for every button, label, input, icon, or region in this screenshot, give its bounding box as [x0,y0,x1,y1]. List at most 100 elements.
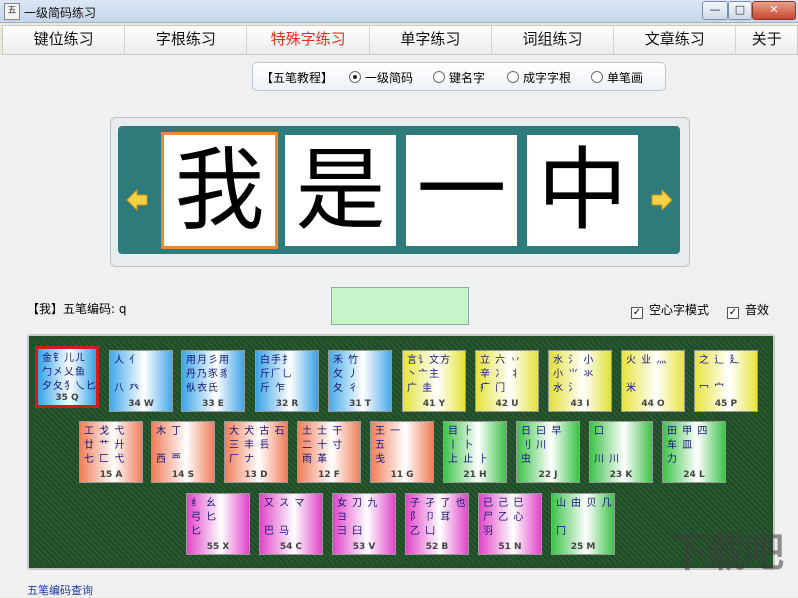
key-code-label: 11 G [390,470,414,480]
key-root-row: 大 犬 古 石 [229,426,286,437]
checkbox-icon[interactable]: ✓ [727,307,739,319]
key-root-row: 王 一 [375,426,402,437]
key-p[interactable]: 之 辶 廴冖 宀 45 P [694,350,758,412]
key-root-row: 弓 匕 [191,512,218,523]
key-f[interactable]: 土 士 干二 十 寸雨 革 12 F [297,421,361,483]
key-root-row: 车 皿 [667,440,694,451]
option-level1-code[interactable]: 一级简码 [349,69,413,86]
key-g[interactable]: 王 一五戋 11 G [370,421,434,483]
key-code-label: 45 P [714,399,738,409]
key-root-row: 虫 [521,454,532,465]
radio-icon[interactable] [591,71,603,83]
minimize-button[interactable]: — [702,1,728,20]
key-q[interactable]: 金钅儿ㄦ 勹㐅乂鱼 夕夂犭乀匕 35 Q [35,346,99,408]
key-root-row: 丨 卜 [448,440,475,451]
arrow-left-icon[interactable] [125,188,149,212]
tab-key-practice[interactable]: 键位练习 [3,26,126,54]
key-root-row: 小 ⺌ 氺 [553,369,595,380]
key-root-row: 言讠文方 [407,355,451,366]
key-w[interactable]: 人 亻八 癶 34 W [109,350,173,412]
arrow-right-icon[interactable] [650,188,674,212]
key-root-row: 冂 [556,526,567,537]
key-root-row: 田 甲 四 [667,426,709,437]
key-root-row: 刂 川 [521,440,548,451]
option-char-root[interactable]: 成字字根 [507,69,571,86]
checkbox-icon[interactable]: ✓ [631,307,643,319]
key-code-label: 13 D [244,470,268,480]
key-root-row: 勹㐅乂鱼 [42,367,86,378]
key-root-row: 木 丁 [156,426,183,437]
key-code-label: 15 A [99,470,123,480]
key-root-row: 金钅儿ㄦ [42,353,86,364]
key-root-row: 丶亠主 [407,369,440,380]
key-a[interactable]: 工 戈 弋廿 艹 廾七 匚 弋 15 A [79,421,143,483]
maximize-button[interactable]: □ [728,1,752,20]
key-root-row: 㐺衣氏 [186,383,219,394]
key-h[interactable]: 目 ⺊丨 卜上 止 ⺊ 21 H [443,421,507,483]
key-root-row: 水 氵 小 [553,355,595,366]
tab-phrase-practice[interactable]: 词组练习 [491,26,615,54]
key-root-row: 巴 马 [264,526,291,537]
key-k[interactable]: 口川 川 23 K [589,421,653,483]
key-root-row: 攵 丿 [333,369,360,380]
watermark-logo: 下载吧 [668,530,784,576]
key-root-row: 八 癶 [114,383,141,394]
key-root-row: 又 ス マ [264,498,306,509]
key-root-row: 西 覀 [156,454,183,465]
key-l[interactable]: 田 甲 四车 皿力 24 L [662,421,726,483]
close-button[interactable]: ✕ [752,1,796,20]
option-single-stroke[interactable]: 单笔画 [591,69,643,86]
checkbox-label: 空心字模式 [649,303,710,317]
key-u[interactable]: 立 六 丷辛 冫 丬疒 门 42 U [475,350,539,412]
key-code-label: 34 W [128,399,154,409]
key-b[interactable]: 子 孑 了 也阝 卩 耳乙 凵 52 B [405,493,469,555]
key-root-row: 川 川 [594,454,621,465]
tab-about[interactable]: 关于 [736,26,798,54]
key-m[interactable]: 山 由 贝 几冂 25 M [551,493,615,555]
key-t[interactable]: 禾 竹攵 丿夂 彳 31 T [328,350,392,412]
tab-article-practice[interactable]: 文章练习 [614,26,737,54]
key-root-row: 夂 彳 [333,383,360,394]
tab-special-char-practice[interactable]: 特殊字练习 [247,26,370,54]
key-d[interactable]: 大 犬 古 石三 丰 镸厂 ナ 13 D [224,421,288,483]
key-root-row: 七 匚 弋 [84,454,126,465]
key-code-label: 52 B [425,542,449,552]
key-root-row: 火 业 灬 [626,355,668,366]
key-i[interactable]: 水 氵 小小 ⺌ 氺水 氵 43 I [548,350,612,412]
key-e[interactable]: 用月彡用 丹乃豕豸 㐺衣氏 33 E [181,350,245,412]
key-v[interactable]: 女 刀 九ヨ彐 臼 53 V [332,493,396,555]
key-root-row: 广 圭 [407,383,434,394]
key-code-label: 44 O [641,399,665,409]
typing-input[interactable] [331,287,469,325]
key-n[interactable]: 已 己 巳尸 乙 心羽 51 N [478,493,542,555]
tab-single-char-practice[interactable]: 单字练习 [369,26,492,54]
option-key-name-char[interactable]: 键名字 [433,69,485,86]
key-code-label: 14 S [171,470,195,480]
key-c[interactable]: 又 ス マ巴 马 54 C [259,493,323,555]
key-root-row: 斤 乍 [260,383,287,394]
key-root-row: 彐 臼 [337,526,364,537]
radio-icon[interactable] [433,71,445,83]
sound-effect-checkbox[interactable]: ✓ 音效 [727,301,769,319]
key-r[interactable]: 白手扌 斤𠂆乚斤 乍 32 R [255,350,319,412]
key-x[interactable]: 纟 幺弓 匕匕 55 X [186,493,250,555]
key-y[interactable]: 言讠文方 丶亠主广 圭 41 Y [402,350,466,412]
key-o[interactable]: 火 业 灬米 44 O [621,350,685,412]
tab-root-practice[interactable]: 字根练习 [125,26,248,54]
radio-icon[interactable] [507,71,519,83]
key-s[interactable]: 木 丁西 覀 14 S [151,421,215,483]
tab-bar: 键位练习 字根练习 特殊字练习 单字练习 词组练习 文章练习 关于 [2,25,798,55]
wubi-code-lookup-link[interactable]: 五笔编码查询 [27,582,93,598]
key-root-row: 口 [594,426,605,437]
key-root-row: 羽 [483,526,494,537]
key-root-row: 雨 革 [302,454,329,465]
key-root-row: 二 十 寸 [302,440,344,451]
hollow-char-mode-checkbox[interactable]: ✓ 空心字模式 [631,301,709,319]
radio-icon[interactable] [349,71,361,83]
key-root-row: 辛 冫 丬 [480,369,522,380]
key-root-row: 夕夂犭乀匕 [42,381,97,392]
key-root-row: 白手扌 [260,355,293,366]
key-j[interactable]: 日 曰 早刂 川虫 22 J [516,421,580,483]
key-root-row: 山 由 贝 几 [556,498,613,509]
key-root-row: 土 士 干 [302,426,344,437]
